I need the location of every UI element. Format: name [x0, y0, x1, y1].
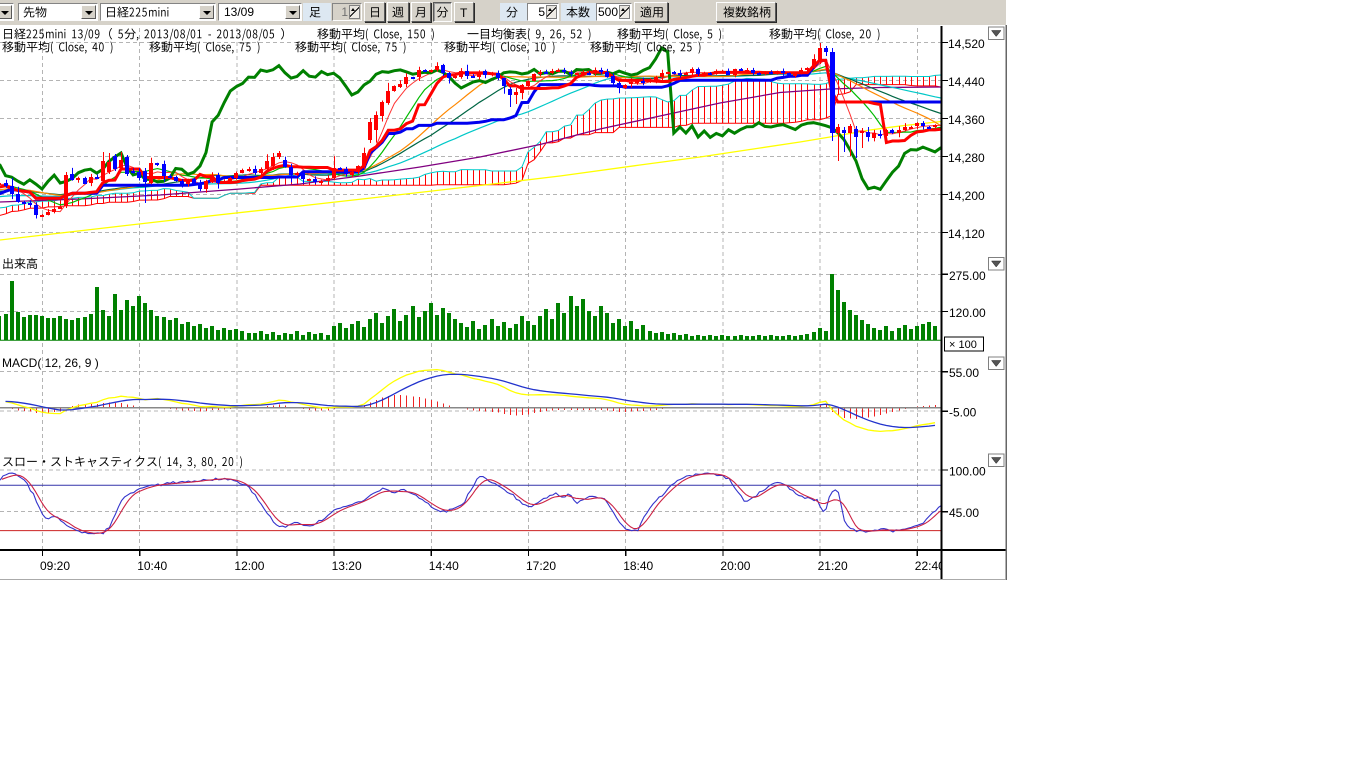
svg-text:100.00: 100.00: [949, 465, 986, 479]
svg-text:10:40: 10:40: [137, 559, 167, 573]
svg-text:55.00: 55.00: [949, 366, 979, 380]
svg-text:22:40: 22:40: [915, 559, 945, 573]
svg-text:17:20: 17:20: [526, 559, 556, 573]
svg-text:× 100: × 100: [949, 339, 977, 351]
svg-text:20:00: 20:00: [720, 559, 750, 573]
svg-text:14,440: 14,440: [948, 75, 985, 89]
svg-text:14,120: 14,120: [948, 227, 985, 241]
svg-text:14,200: 14,200: [948, 189, 985, 203]
svg-text:14,520: 14,520: [948, 37, 985, 51]
svg-text:09:20: 09:20: [40, 559, 70, 573]
svg-text:14:40: 14:40: [429, 559, 459, 573]
svg-text:120.00: 120.00: [949, 306, 986, 320]
svg-text:21:20: 21:20: [818, 559, 848, 573]
svg-text:13:20: 13:20: [332, 559, 362, 573]
svg-text:MACD( 12, 26, 9 ): MACD( 12, 26, 9 ): [2, 356, 99, 370]
svg-text:T: T: [460, 6, 468, 20]
svg-text:45.00: 45.00: [949, 506, 979, 520]
svg-text:-5.00: -5.00: [949, 406, 977, 420]
svg-text:12:00: 12:00: [234, 559, 264, 573]
svg-text:14,280: 14,280: [948, 151, 985, 165]
svg-text:275.00: 275.00: [949, 269, 986, 283]
svg-text:14,360: 14,360: [948, 113, 985, 127]
svg-text:18:40: 18:40: [623, 559, 653, 573]
